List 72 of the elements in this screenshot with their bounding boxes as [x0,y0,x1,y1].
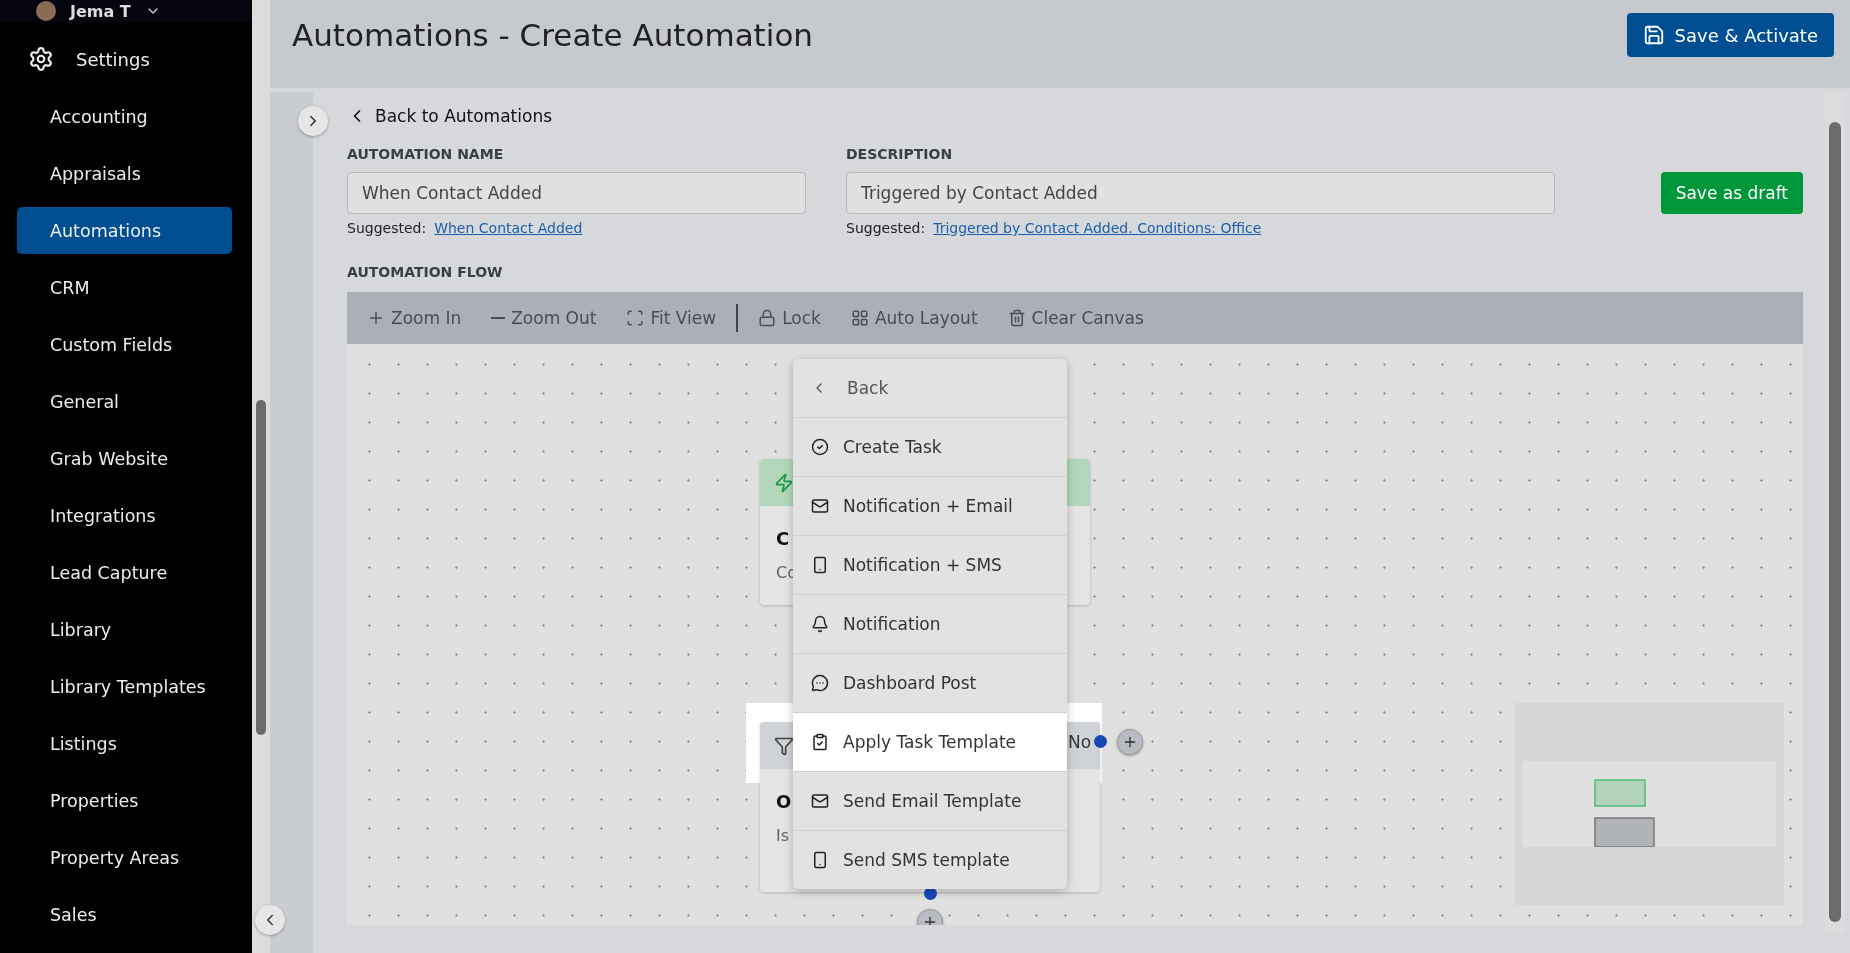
bell-icon [811,615,829,633]
field-label: AUTOMATION NAME [347,146,505,164]
mail-icon [811,497,829,515]
save-icon [1642,24,1665,46]
menu-back-item[interactable]: Back [793,359,1067,417]
toolbar-button[interactable]: Lock [758,308,821,328]
sidebar-item[interactable]: Grab Website [17,435,232,482]
user-name: Jema T [70,1,131,21]
sidebar-item[interactable]: Listings [17,720,232,767]
toolbar-button[interactable]: Zoom In [367,308,462,328]
sidebar-item[interactable]: Sales [17,891,232,938]
sidebar-item[interactable]: CRM [17,264,232,311]
check-circle-icon [811,438,829,456]
node-subtitle: Is [776,826,790,845]
lock-icon [758,309,777,327]
phone-icon [811,851,829,869]
sidebar-item[interactable]: Library [17,606,232,653]
filter-icon [774,735,794,756]
sidebar-item[interactable]: Automations [17,207,232,254]
toolbar-button[interactable]: Fit View [626,308,717,328]
minus-icon [491,317,506,319]
bolt-icon [774,472,794,493]
scrollbar[interactable] [252,0,270,953]
sidebar-item[interactable]: General [17,378,232,425]
node-title: C [776,528,790,549]
sidebar-item[interactable]: Properties [17,777,232,824]
section-title[interactable]: Settings [76,48,150,70]
suggestion-link[interactable]: Triggered by Contact Added. Conditions: Office [933,220,1262,236]
phone-icon [811,556,829,574]
save-draft-button[interactable]: Save as draft [1660,172,1803,214]
menu-item[interactable]: Apply Task Template [793,712,1067,771]
plus-icon [1122,734,1138,750]
sidebar-item[interactable]: Lead Capture [17,549,232,596]
toolbar-button[interactable]: Clear Canvas [1007,308,1144,328]
fit-view-icon [626,309,645,327]
sidebar-item[interactable]: Library Templates [17,663,232,710]
field-label: DESCRIPTION [846,146,954,164]
node-title: O [776,791,792,812]
input-field[interactable]: Triggered by Contact Added [846,172,1555,214]
checklist-icon [811,733,829,751]
scrollbar[interactable] [1825,92,1845,933]
grid-icon [850,309,869,327]
menu-item[interactable]: Notification + SMS [793,535,1067,594]
toolbar-button[interactable]: Auto Layout [850,308,978,328]
chat-bubble-icon [811,674,829,692]
suggestion-link[interactable]: When Contact Added [434,220,583,236]
suggested-label: Suggested: [846,220,926,236]
back-link[interactable]: Back to Automations [347,102,1803,130]
menu-item[interactable]: Send SMS template [793,830,1067,889]
trash-icon [1007,309,1026,327]
sidebar-item[interactable]: Integrations [17,492,232,539]
toolbar-button[interactable]: Zoom Out [491,308,597,328]
branch-label: No [1068,732,1092,752]
sidebar-item[interactable]: Appraisals [17,150,232,197]
page-title: Automations - Create Automation [292,17,813,53]
menu-item[interactable]: Send Email Template [793,771,1067,830]
input-field[interactable]: When Contact Added [347,172,806,214]
menu-item[interactable]: Create Task [793,417,1067,476]
settings-icon [28,46,54,72]
sidebar-item[interactable]: Custom Fields [17,321,232,368]
plus-icon [367,309,385,327]
menu-item[interactable]: Notification + Email [793,476,1067,535]
expand-button[interactable] [298,106,328,136]
sidebar-item[interactable]: Accounting [17,93,232,140]
mail-icon [811,792,829,810]
sidebar-item[interactable]: Property Areas [17,834,232,881]
avatar [36,1,56,21]
save-activate-button[interactable]: Save & Activate [1626,13,1834,57]
add-step-button[interactable] [1117,729,1143,755]
suggested-label: Suggested: [347,220,427,236]
section-label: AUTOMATION FLOW [347,264,504,282]
menu-item[interactable]: Notification [793,594,1067,653]
